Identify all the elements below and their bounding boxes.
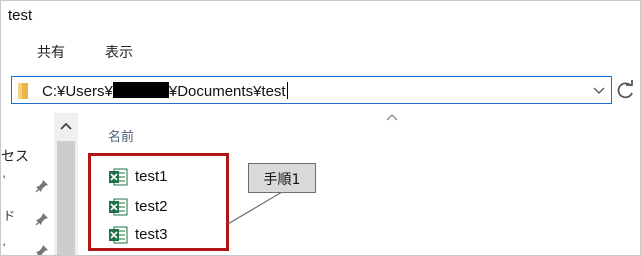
step-highlight-box [88, 153, 229, 251]
navigation-pane: セス ' ド ' [1, 113, 78, 255]
nav-item-label[interactable]: セス [1, 146, 29, 166]
address-path[interactable]: C:¥Users¥ ¥Documents¥test [42, 82, 288, 100]
tab-view[interactable]: 表示 [105, 42, 133, 62]
title-bar: test [1, 1, 640, 33]
path-suffix: ¥Documents¥test [168, 83, 286, 100]
address-row: C:¥Users¥ ¥Documents¥test [1, 67, 640, 113]
folder-icon [18, 83, 28, 99]
sort-ascending-icon [386, 114, 398, 121]
nav-item-fragment: ド [3, 209, 16, 223]
address-bar[interactable]: C:¥Users¥ ¥Documents¥test [11, 76, 612, 104]
nav-item-fragment: ' [3, 173, 6, 187]
pin-icon[interactable] [35, 244, 49, 256]
path-prefix: C:¥Users¥ [42, 83, 113, 100]
pin-icon[interactable] [35, 212, 49, 226]
pin-icon[interactable] [35, 179, 49, 193]
tab-share[interactable]: 共有 [37, 42, 65, 62]
step-callout: 手順1 [248, 163, 316, 193]
refresh-icon[interactable] [615, 79, 637, 101]
chevron-down-icon[interactable] [591, 81, 607, 99]
scroll-up-icon[interactable] [59, 121, 73, 131]
nav-item-fragment: ' [3, 241, 6, 255]
explorer-window: test 共有 表示 C:¥Users¥ ¥Documents¥test セス '… [0, 0, 641, 256]
window-title: test [8, 7, 33, 24]
column-header-name[interactable]: 名前 [108, 126, 134, 145]
ribbon: 共有 表示 [1, 33, 640, 67]
nav-scrollbar[interactable] [54, 113, 78, 255]
step-label: 手順1 [263, 172, 301, 188]
scroll-thumb[interactable] [57, 141, 75, 255]
callout-leader-line [228, 191, 283, 225]
text-caret [286, 82, 288, 99]
redacted-username [112, 82, 169, 98]
file-list: 名前 test1 test2 test3 手順1 [78, 113, 640, 255]
